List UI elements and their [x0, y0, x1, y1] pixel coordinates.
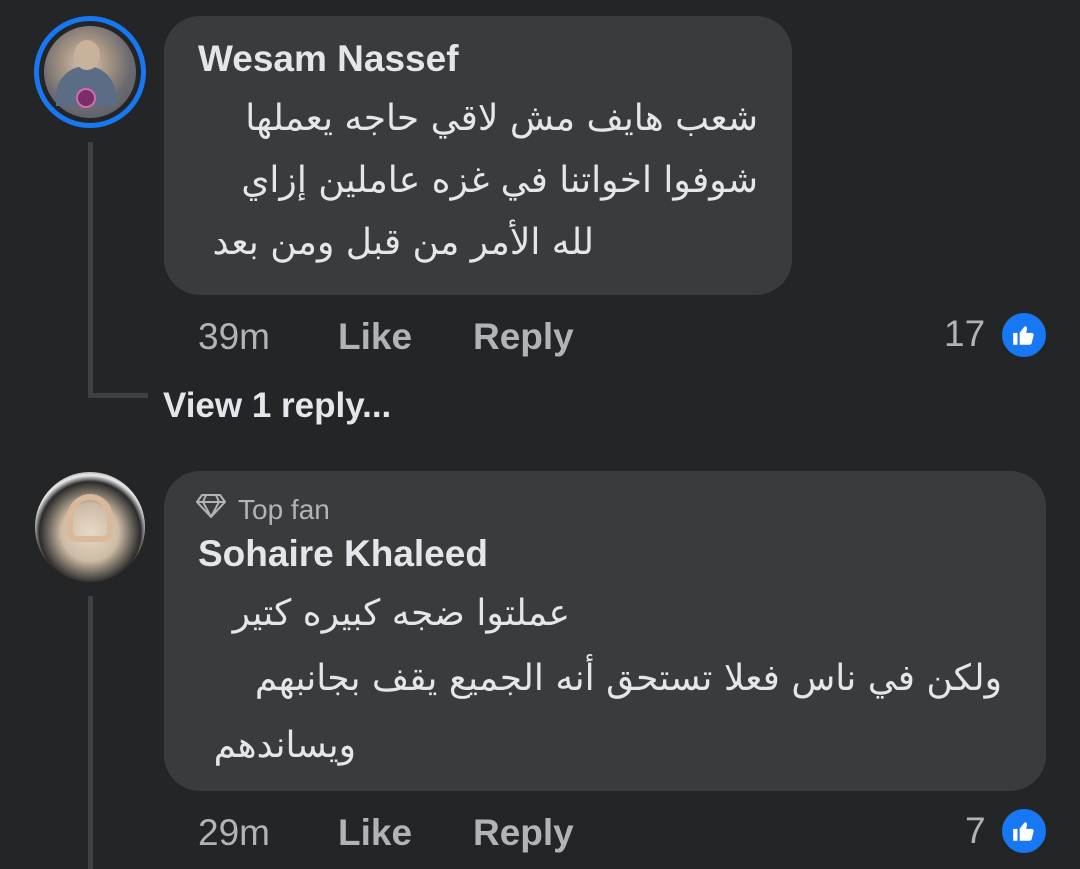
reaction-count[interactable]: 17	[944, 313, 985, 355]
top-fan-label: Top fan	[238, 493, 330, 525]
thumbs-up-icon[interactable]	[999, 310, 1049, 360]
thread-line-corner	[88, 393, 148, 398]
comment-text-line-1: شعب هايف مش لاقي حاجه يعملها	[245, 98, 758, 139]
comment-text-line-2: ولكن في ناس فعلا تستحق أنه الجميع يقف بج…	[254, 658, 1002, 699]
like-button[interactable]: Like	[338, 316, 412, 358]
heart-hands-photo	[67, 494, 113, 542]
comment-author[interactable]: Sohaire Khaleed	[198, 533, 488, 575]
comment-text-line-3: لله الأمر من قبل ومن بعد	[212, 222, 594, 263]
profile-photo-face	[74, 40, 100, 70]
comment-text-line-1: عملتوا ضجه كبيره كتير	[232, 593, 570, 634]
like-button[interactable]: Like	[338, 812, 412, 854]
view-replies-link[interactable]: View 1 reply...	[163, 386, 391, 426]
comment-text-line-2: شوفوا اخواتنا في غزه عاملين إزاي	[241, 160, 758, 201]
comment-timestamp: 29m	[198, 812, 270, 853]
reaction-count[interactable]: 7	[965, 810, 986, 852]
comment-timestamp: 39m	[198, 316, 270, 357]
comment-text-line-3: ويساندهم	[213, 725, 356, 766]
top-fan-badge: Top fan	[196, 493, 330, 526]
avatar-sohaire-khaleed[interactable]	[35, 472, 145, 582]
thread-line-vertical	[88, 142, 93, 398]
diamond-icon	[196, 493, 226, 526]
thread-line-vertical	[88, 596, 93, 869]
reply-button[interactable]: Reply	[473, 812, 574, 854]
comment-author[interactable]: Wesam Nassef	[198, 38, 459, 80]
story-badge-icon	[76, 88, 96, 108]
thumbs-up-icon[interactable]	[999, 806, 1049, 856]
reply-button[interactable]: Reply	[473, 316, 574, 358]
profile-photo	[44, 26, 136, 118]
avatar-wesam-nassef[interactable]	[34, 16, 146, 128]
